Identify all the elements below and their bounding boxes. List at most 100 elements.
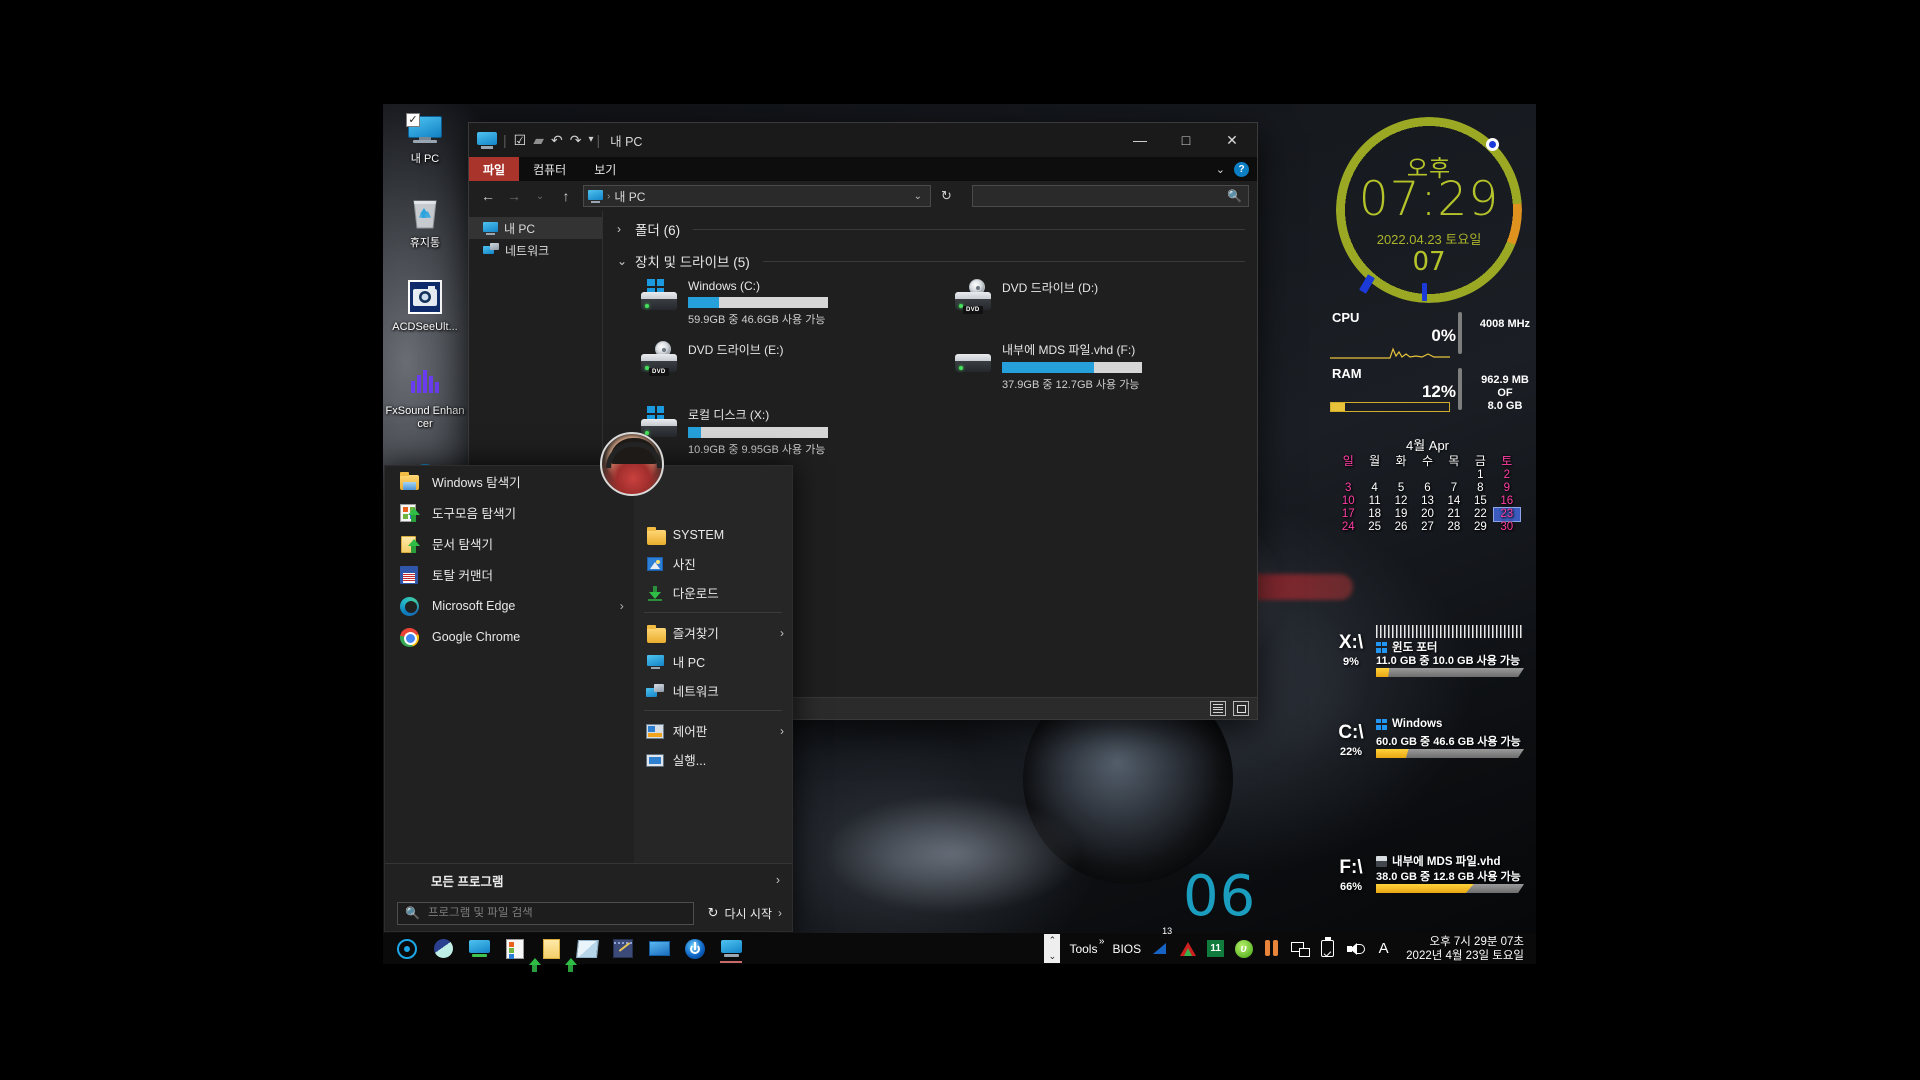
- taskbar-app-teal[interactable]: [430, 933, 456, 964]
- taskbar-app-power[interactable]: [682, 933, 708, 964]
- taskbar-app-blue-screen[interactable]: [646, 933, 672, 964]
- desktop-icon-this-pc[interactable]: ✓ 내 PC: [384, 108, 466, 166]
- desktop-icon-recycle-bin[interactable]: 휴지통: [384, 192, 466, 250]
- utorrent-icon[interactable]: υ: [1234, 939, 1253, 958]
- calendar-day[interactable]: 5: [1388, 482, 1414, 495]
- tools-overflow-icon[interactable]: »: [1099, 936, 1105, 947]
- tray-scroll-buttons[interactable]: ⌃ ⌄: [1044, 934, 1061, 963]
- calendar-day[interactable]: 20: [1414, 508, 1440, 521]
- ribbon-collapse-icon[interactable]: ⌄: [1216, 163, 1225, 176]
- calendar-day[interactable]: 1: [1467, 469, 1493, 482]
- window-controls[interactable]: — □ ✕: [1117, 123, 1255, 157]
- close-button[interactable]: ✕: [1209, 123, 1255, 157]
- calendar-day[interactable]: 11: [1361, 495, 1387, 508]
- start-place-control-panel[interactable]: 제어판 ›: [634, 716, 792, 745]
- safely-remove-usb-icon[interactable]: [1318, 937, 1337, 958]
- drive-item[interactable]: 로컬 디스크 (X:) 10.9GB 중 9.95GB 사용 가능: [617, 406, 931, 457]
- start-place-this-pc[interactable]: 내 PC: [634, 647, 792, 676]
- minimize-button[interactable]: —: [1117, 123, 1163, 157]
- calendar-day[interactable]: 8: [1467, 482, 1493, 495]
- taskbar-app-toolbar-explorer[interactable]: [502, 933, 541, 972]
- calendar-day[interactable]: 27: [1414, 521, 1440, 534]
- recent-locations-button[interactable]: ⌄: [529, 185, 551, 207]
- forward-button[interactable]: →: [503, 185, 525, 207]
- network-icon[interactable]: [1290, 939, 1310, 958]
- desktop-icon-fxsound[interactable]: FxSound Enhancer: [384, 360, 466, 431]
- submenu-chevron-icon[interactable]: ›: [780, 626, 784, 640]
- system-tray[interactable]: ⌃ ⌄ Tools » BIOS 13 11 υ A 오후 7시 29분 07초: [1044, 926, 1536, 963]
- calendar-day[interactable]: 3: [1335, 482, 1361, 495]
- breadcrumb-current[interactable]: 내 PC: [614, 188, 645, 205]
- desktop-icon-acdsee[interactable]: ACDSeeUlt...: [384, 276, 466, 334]
- undo-icon[interactable]: ↶: [551, 133, 563, 147]
- disk-gadget-x[interactable]: X:\ 9% 윈도 포터 11.0 GB 중 10.0 GB 사용 가능: [1328, 625, 1543, 682]
- start-item-total-commander[interactable]: 토탈 커맨더: [385, 559, 634, 590]
- blue-triangle-icon[interactable]: 13: [1150, 926, 1172, 958]
- large-icons-view-icon[interactable]: [1233, 701, 1249, 716]
- start-place-downloads[interactable]: 다운로드: [634, 578, 792, 607]
- taskbar-clock[interactable]: 오후 7시 29분 07초 2022년 4월 23일 토요일: [1402, 935, 1532, 963]
- chevron-down-icon[interactable]: ⌄: [617, 254, 628, 268]
- nav-item-this-pc[interactable]: 내 PC: [469, 217, 602, 239]
- maximize-button[interactable]: □: [1163, 123, 1209, 157]
- red-green-arrow-icon[interactable]: [1178, 939, 1197, 958]
- address-dropdown-icon[interactable]: ⌄: [910, 191, 926, 202]
- start-item-microsoft-edge[interactable]: Microsoft Edge ›: [385, 590, 634, 621]
- chevron-right-icon[interactable]: ›: [778, 906, 782, 920]
- disk-gadget-c[interactable]: C:\ 22% Windows 60.0 GB 중 46.6 GB 사용 가능: [1328, 718, 1543, 772]
- calendar-day[interactable]: 10: [1335, 495, 1361, 508]
- calendar-day[interactable]: 26: [1388, 521, 1414, 534]
- start-item-toolbar-explorer[interactable]: 도구모음 탐색기: [385, 497, 634, 528]
- calendar-gadget[interactable]: 4월 Apr 일 월 화 수 목 금 토 1 2 3 4 5 6 7 8 9 10 11 12 13 14 15 16 17 1…: [1335, 435, 1522, 550]
- taskbar-app-rainmeter[interactable]: [394, 933, 420, 964]
- explorer-search-box[interactable]: 🔍: [971, 185, 1249, 207]
- chevron-right-icon[interactable]: ›: [776, 873, 780, 887]
- disk-gadget-f[interactable]: F:\ 66% 내부에 MDS 파일.vhd 38.0 GB 중 12.8 GB…: [1328, 853, 1543, 907]
- calendar-day[interactable]: 19: [1388, 508, 1414, 521]
- customize-icon[interactable]: ▾: [588, 133, 593, 147]
- group-header-folders[interactable]: › 폴더 (6): [617, 219, 1245, 239]
- up-button[interactable]: ↑: [555, 185, 577, 207]
- submenu-chevron-icon[interactable]: ›: [620, 599, 624, 613]
- calendar-day[interactable]: 29: [1467, 521, 1493, 534]
- details-view-icon[interactable]: [1210, 701, 1226, 716]
- nav-item-network[interactable]: 네트워크: [469, 239, 602, 261]
- start-place-favorites[interactable]: 즐겨찾기 ›: [634, 618, 792, 647]
- start-menu-programs-list[interactable]: Windows 탐색기 도구모음 탐색기 문서 탐색기 토탈 커맨더 Micro…: [385, 466, 634, 863]
- properties-icon[interactable]: ☑: [514, 133, 527, 147]
- redo-icon[interactable]: ↷: [570, 133, 582, 147]
- help-button[interactable]: ?: [1234, 161, 1249, 177]
- calendar-day[interactable]: 4: [1361, 482, 1387, 495]
- calendar-day[interactable]: 2: [1494, 469, 1520, 482]
- taskbar[interactable]: ⌃ ⌄ Tools » BIOS 13 11 υ A 오후 7시 29분 07초: [383, 926, 1536, 972]
- all-programs-button[interactable]: 모든 프로그램 ›: [385, 864, 792, 896]
- ime-A-icon[interactable]: A: [1374, 939, 1393, 958]
- chevron-right-icon[interactable]: ›: [617, 222, 628, 236]
- address-bar[interactable]: › 내 PC ⌄: [583, 185, 931, 207]
- chevron-down-icon[interactable]: ⌄: [1049, 951, 1057, 962]
- calendar-day[interactable]: 18: [1361, 508, 1387, 521]
- calendar-day[interactable]: 15: [1467, 495, 1493, 508]
- start-item-google-chrome[interactable]: Google Chrome: [385, 621, 634, 652]
- tray-bios-button[interactable]: BIOS: [1112, 942, 1141, 956]
- taskbar-app-notepad[interactable]: [610, 933, 636, 964]
- explorer-navigation-bar[interactable]: ← → ⌄ ↑ › 내 PC ⌄ ↻ 🔍: [469, 181, 1257, 211]
- ribbon-tabs[interactable]: 파일 컴퓨터 보기 ⌄ ?: [469, 157, 1257, 181]
- calendar-grid[interactable]: 일 월 화 수 목 금 토 1 2 3 4 5 6 7 8 9 10 11 12 13 14 15 16 17 18 19 20 21…: [1335, 455, 1522, 534]
- calendar-day[interactable]: 14: [1441, 495, 1467, 508]
- calendar-day[interactable]: 28: [1441, 521, 1467, 534]
- volume-icon[interactable]: [1346, 939, 1365, 958]
- tab-computer[interactable]: 컴퓨터: [519, 157, 580, 181]
- calendar-day[interactable]: 9: [1494, 482, 1520, 495]
- green-11-icon[interactable]: 11: [1206, 939, 1225, 958]
- start-search-box[interactable]: 🔍: [397, 901, 694, 925]
- taskbar-app-paper[interactable]: [574, 933, 600, 964]
- calendar-day[interactable]: 7: [1441, 482, 1467, 495]
- taskbar-app-buttons[interactable]: [394, 933, 744, 972]
- calendar-day[interactable]: 22: [1467, 508, 1493, 521]
- quick-access-toolbar[interactable]: ☑ ▰ ↶ ↷ ▾: [514, 133, 594, 147]
- submenu-chevron-icon[interactable]: ›: [780, 724, 784, 738]
- taskbar-app-this-pc[interactable]: [718, 933, 744, 964]
- calendar-day[interactable]: 30: [1494, 521, 1520, 534]
- start-menu[interactable]: Windows 탐색기 도구모음 탐색기 문서 탐색기 토탈 커맨더 Micro…: [384, 432, 793, 932]
